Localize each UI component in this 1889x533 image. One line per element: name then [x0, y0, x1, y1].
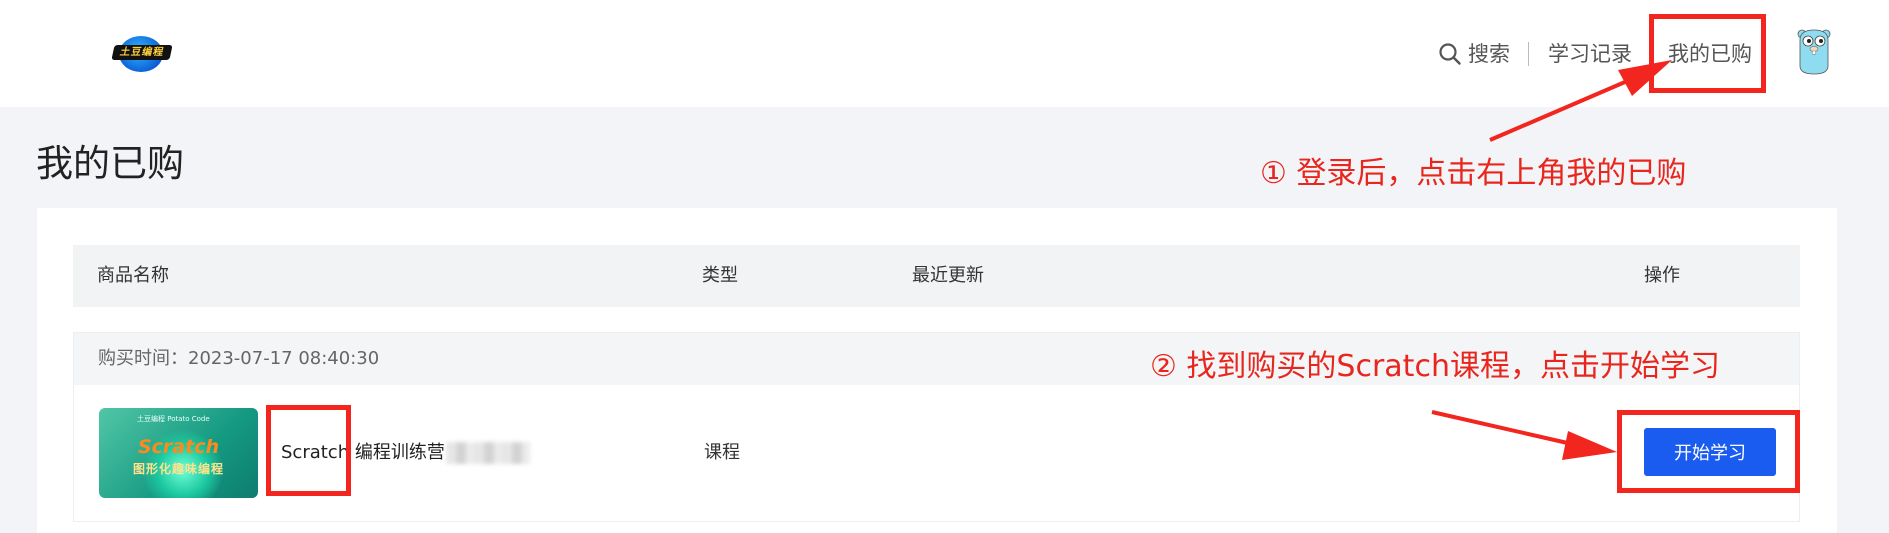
arrow-to-button-shaft: [1431, 410, 1573, 446]
arrow-to-purchases-shaft: [1489, 80, 1626, 142]
annotation-step-2: ② 找到购买的Scratch课程，点击开始学习: [1150, 349, 1720, 384]
annotation-step-1: ① 登录后，点击右上角我的已购: [1260, 156, 1687, 191]
annotation-arrows: [1431, 60, 1672, 460]
arrow-to-button-head: [1562, 431, 1617, 460]
arrow-to-purchases-head: [1618, 60, 1672, 96]
